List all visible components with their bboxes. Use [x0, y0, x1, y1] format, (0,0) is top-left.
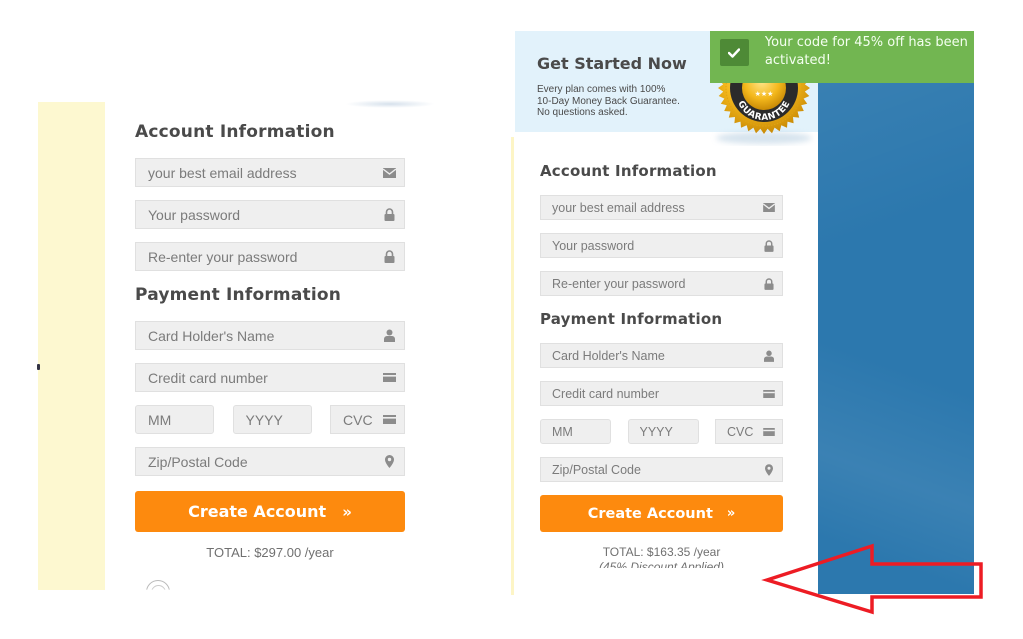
header-title: Get Started Now: [537, 54, 687, 73]
lock-icon: [756, 234, 782, 257]
cvc-field[interactable]: CVC: [715, 419, 783, 444]
total-price: TOTAL: $163.35 /year: [602, 545, 721, 559]
card-holder-placeholder: Card Holder's Name: [148, 327, 275, 344]
user-icon: [374, 322, 404, 349]
double-chevron-right-icon: »: [342, 502, 352, 521]
cvc-placeholder: CVC: [343, 411, 373, 428]
create-account-button[interactable]: Create Account »: [135, 491, 405, 532]
payment-fields: Card Holder's Name Credit card number MM…: [135, 321, 405, 476]
discounted-total: TOTAL: $163.35 /year (45% Discount Appli…: [540, 545, 783, 568]
account-section-title: Account Information: [135, 122, 335, 142]
left-accent-strip: [38, 102, 105, 590]
password-placeholder: Your password: [148, 206, 241, 223]
zip-field[interactable]: Zip/Postal Code: [135, 447, 405, 476]
account-section-title: Account Information: [540, 162, 717, 180]
card-number-field[interactable]: Credit card number: [135, 363, 405, 392]
expiry-month-field[interactable]: MM: [135, 405, 214, 434]
loading-spinner-icon: [146, 580, 170, 590]
screenshot-stage: Account Information your best email addr…: [0, 0, 1023, 639]
badge-shadow: [345, 100, 435, 108]
year-placeholder: YYYY: [245, 411, 283, 428]
month-placeholder: MM: [552, 424, 573, 439]
envelope-icon: [374, 159, 404, 186]
password-field[interactable]: Your password: [135, 200, 405, 229]
success-toast: Your code for 45% off has been activated…: [710, 31, 974, 83]
create-account-label: Create Account: [188, 502, 327, 521]
header-subtitle-line: Every plan comes with 100%: [537, 84, 666, 95]
month-placeholder: MM: [148, 411, 172, 428]
expiry-cvc-row: MM YYYY CVC: [540, 419, 783, 444]
expiry-year-field[interactable]: YYYY: [627, 419, 699, 444]
discount-note: (45% Discount Applied): [599, 560, 724, 568]
year-placeholder: YYYY: [639, 424, 673, 439]
signup-form-before: Account Information your best email addr…: [135, 118, 405, 560]
reenter-password-placeholder: Re-enter your password: [552, 276, 686, 291]
account-fields: your best email address Your password Re…: [135, 158, 405, 271]
email-field[interactable]: your best email address: [135, 158, 405, 187]
cvc-placeholder: CVC: [727, 424, 754, 439]
card-number-field[interactable]: Credit card number: [540, 381, 783, 406]
lock-icon: [756, 272, 782, 295]
reenter-password-field[interactable]: Re-enter your password: [135, 242, 405, 271]
create-account-button[interactable]: Create Account »: [540, 495, 783, 532]
card-holder-field[interactable]: Card Holder's Name: [135, 321, 405, 350]
header-subtitle-line: No questions asked.: [537, 107, 628, 118]
email-placeholder: your best email address: [148, 164, 297, 181]
password-placeholder: Your password: [552, 238, 635, 253]
create-account-label: Create Account: [587, 505, 713, 522]
email-field[interactable]: your best email address: [540, 195, 783, 220]
expiry-month-field[interactable]: MM: [540, 419, 611, 444]
expiry-year-field[interactable]: YYYY: [232, 405, 312, 434]
header-subtitle: Every plan comes with 100% 10-Day Money …: [537, 84, 707, 119]
badge-stars: ★★★: [755, 90, 774, 98]
lock-icon: [374, 201, 404, 228]
map-pin-icon: [374, 448, 404, 475]
double-chevron-right-icon: »: [726, 506, 736, 521]
envelope-icon: [756, 196, 782, 219]
carousel-nav-dot[interactable]: [37, 364, 40, 370]
card-number-placeholder: Credit card number: [552, 386, 659, 401]
card-holder-placeholder: Card Holder's Name: [552, 348, 665, 363]
map-pin-icon: [756, 458, 782, 481]
card-number-placeholder: Credit card number: [148, 369, 268, 386]
email-placeholder: your best email address: [552, 200, 685, 215]
card-holder-field[interactable]: Card Holder's Name: [540, 343, 783, 368]
reenter-password-field[interactable]: Re-enter your password: [540, 271, 783, 296]
credit-card-icon: [374, 364, 404, 391]
payment-section-title: Payment Information: [135, 285, 342, 305]
user-icon: [756, 344, 782, 367]
payment-section-title: Payment Information: [540, 310, 723, 328]
background-photo: [818, 82, 974, 594]
lock-icon: [374, 243, 404, 270]
zip-field[interactable]: Zip/Postal Code: [540, 457, 783, 482]
payment-fields: Card Holder's Name Credit card number MM…: [540, 343, 783, 482]
zip-placeholder: Zip/Postal Code: [552, 462, 641, 477]
header-subtitle-line: 10-Day Money Back Guarantee.: [537, 95, 680, 107]
zip-placeholder: Zip/Postal Code: [148, 453, 248, 470]
cvc-field[interactable]: CVC: [330, 405, 405, 434]
total-price: TOTAL: $297.00 /year: [206, 545, 334, 560]
reenter-password-placeholder: Re-enter your password: [148, 248, 298, 265]
check-icon: [720, 39, 749, 66]
credit-card-icon: [756, 382, 782, 405]
signup-form-after: Account Information your best email addr…: [540, 159, 783, 568]
credit-card-icon: [374, 406, 404, 433]
right-accent-line: [511, 137, 514, 595]
toast-message: Your code for 45% off has been activated…: [764, 35, 968, 68]
password-field[interactable]: Your password: [540, 233, 783, 258]
account-fields: your best email address Your password Re…: [540, 195, 783, 296]
credit-card-icon: [756, 420, 782, 443]
expiry-cvc-row: MM YYYY CVC: [135, 405, 405, 434]
